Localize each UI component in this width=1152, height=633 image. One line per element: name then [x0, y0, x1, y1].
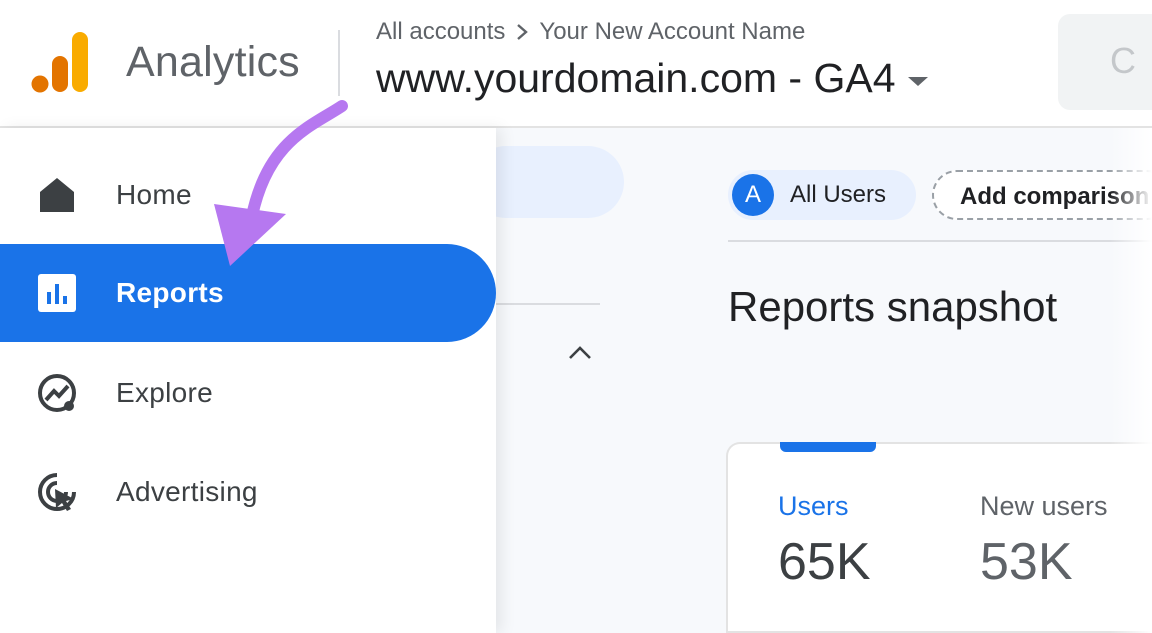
home-icon — [40, 178, 74, 212]
page-title: Reports snapshot — [728, 283, 1058, 330]
chevron-up-icon[interactable] — [566, 340, 594, 364]
chevron-right-icon — [517, 24, 529, 40]
breadcrumb[interactable]: All accounts Your New Account Name — [376, 18, 805, 46]
analytics-logo-icon[interactable] — [30, 30, 88, 94]
header-divider — [338, 30, 340, 96]
breadcrumb-account-name[interactable]: Your New Account Name — [539, 18, 805, 46]
breadcrumb-all-accounts[interactable]: All accounts — [376, 18, 505, 46]
app-title: Analytics — [126, 38, 300, 86]
edge-fade — [1110, 128, 1152, 633]
metric-value-new-users: 53K — [980, 533, 1073, 591]
dropdown-caret-icon — [907, 77, 928, 86]
metric-label-users[interactable]: Users — [778, 491, 849, 522]
search-box-text: C — [1110, 40, 1136, 81]
sidebar-item-label: Explore — [116, 377, 214, 408]
search-box[interactable]: C — [1058, 14, 1152, 110]
main-divider — [728, 240, 1152, 242]
sidebar-item-label: Reports — [116, 277, 224, 308]
explore-icon — [38, 374, 76, 412]
sidebar-item-label: Advertising — [116, 476, 258, 507]
property-name: www.yourdomain.com - GA4 — [376, 55, 896, 101]
property-selector[interactable]: www.yourdomain.com - GA4 — [376, 55, 928, 102]
bar-chart-icon — [38, 274, 76, 312]
segment-avatar: A — [732, 174, 774, 216]
subnav-divider — [496, 303, 600, 305]
sidebar-item-advertising[interactable]: Advertising — [0, 443, 496, 541]
metrics-card-active-indicator — [780, 442, 876, 452]
annotation-arrow-icon — [214, 100, 348, 266]
sidebar-item-label: Home — [116, 179, 192, 210]
sidebar-item-explore[interactable]: Explore — [0, 344, 496, 442]
top-app-bar: Analytics All accounts Your New Account … — [0, 0, 1152, 128]
metric-label-new-users[interactable]: New users — [980, 491, 1108, 522]
advertising-icon — [38, 473, 76, 511]
metric-value-users: 65K — [778, 533, 871, 591]
segment-chip-all-users[interactable]: A All Users — [728, 170, 916, 220]
segment-label: All Users — [790, 181, 887, 208]
